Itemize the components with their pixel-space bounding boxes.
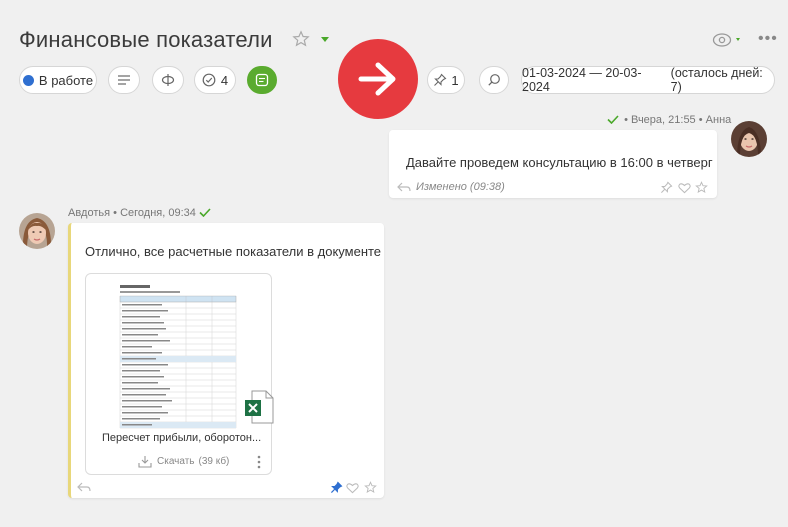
download-icon	[138, 456, 152, 468]
message-bubble: Отлично, все расчетные показатели в доку…	[68, 223, 384, 498]
attachment-menu-icon[interactable]	[257, 455, 261, 469]
pin-icon[interactable]	[660, 181, 673, 194]
comment-icon	[255, 73, 269, 87]
document-preview-thumbnail	[116, 282, 240, 430]
file-size: (39 кб)	[198, 456, 230, 467]
message-meta: Авдотья • Сегодня, 09:34	[68, 207, 211, 219]
comments-button[interactable]	[247, 66, 277, 94]
star-icon[interactable]	[292, 30, 310, 48]
message-time: Вчера, 21:55	[630, 114, 696, 126]
finance-button[interactable]	[152, 66, 184, 94]
status-label: В работе	[38, 72, 94, 88]
check-circle-icon	[202, 73, 216, 87]
star-icon[interactable]	[695, 181, 708, 194]
message-author: Анна	[705, 114, 732, 126]
reply-icon[interactable]	[397, 182, 411, 192]
title-dropdown-caret-icon[interactable]	[321, 37, 329, 42]
attachment-name[interactable]: Пересчет прибыли, оборотон...	[102, 432, 261, 444]
read-check-icon	[199, 208, 211, 218]
message-bubble: Давайте проведем консультацию в 16:00 в …	[389, 130, 717, 198]
star-icon[interactable]	[364, 481, 377, 494]
ruble-phi-icon	[161, 74, 175, 86]
checklist-button[interactable]: 4	[194, 66, 236, 94]
message-meta: • Вчера, 21:55 • Анна	[607, 114, 731, 126]
avatar[interactable]	[19, 213, 55, 249]
list-lines-icon	[118, 75, 130, 85]
download-link[interactable]: Скачать (39 кб)	[138, 455, 229, 468]
download-label: Скачать	[157, 456, 195, 467]
status-button[interactable]: В работе	[19, 66, 97, 94]
date-range: 01-03-2024 — 20-03-2024	[522, 66, 642, 94]
status-dot-icon	[22, 74, 34, 86]
pin-icon[interactable]	[330, 481, 343, 494]
days-left: (осталось дней: 7)	[670, 66, 763, 94]
annotation-arrow-icon	[338, 39, 418, 119]
deadline-button[interactable]: 01-03-2024 — 20-03-2024 (осталось дней: …	[521, 66, 775, 94]
heart-icon[interactable]	[346, 482, 359, 494]
edited-label: Изменено (09:38)	[416, 181, 505, 193]
page-title: Финансовые показатели	[19, 27, 273, 52]
heart-icon[interactable]	[678, 182, 691, 194]
pinned-count: 1	[451, 72, 459, 88]
more-options-icon[interactable]: •••	[758, 31, 777, 49]
message-text: Отлично, все расчетные показатели в доку…	[85, 244, 382, 259]
attachment-card[interactable]: Пересчет прибыли, оборотон... Скачать (3…	[85, 273, 274, 475]
search-button[interactable]	[479, 66, 509, 94]
search-icon	[488, 74, 500, 86]
description-button[interactable]	[108, 66, 140, 94]
message-text: Давайте проведем консультацию в 16:00 в …	[406, 155, 713, 170]
reply-icon[interactable]	[77, 482, 91, 492]
pinned-button[interactable]: 1	[427, 66, 465, 94]
pin-icon	[434, 73, 447, 86]
excel-file-icon	[245, 390, 274, 424]
message-time: Сегодня, 09:34	[120, 207, 196, 219]
avatar[interactable]	[731, 121, 767, 157]
watch-icon[interactable]	[712, 31, 744, 49]
checklist-count: 4	[220, 72, 229, 88]
read-check-icon	[607, 115, 619, 125]
message-author: Авдотья	[68, 207, 111, 219]
